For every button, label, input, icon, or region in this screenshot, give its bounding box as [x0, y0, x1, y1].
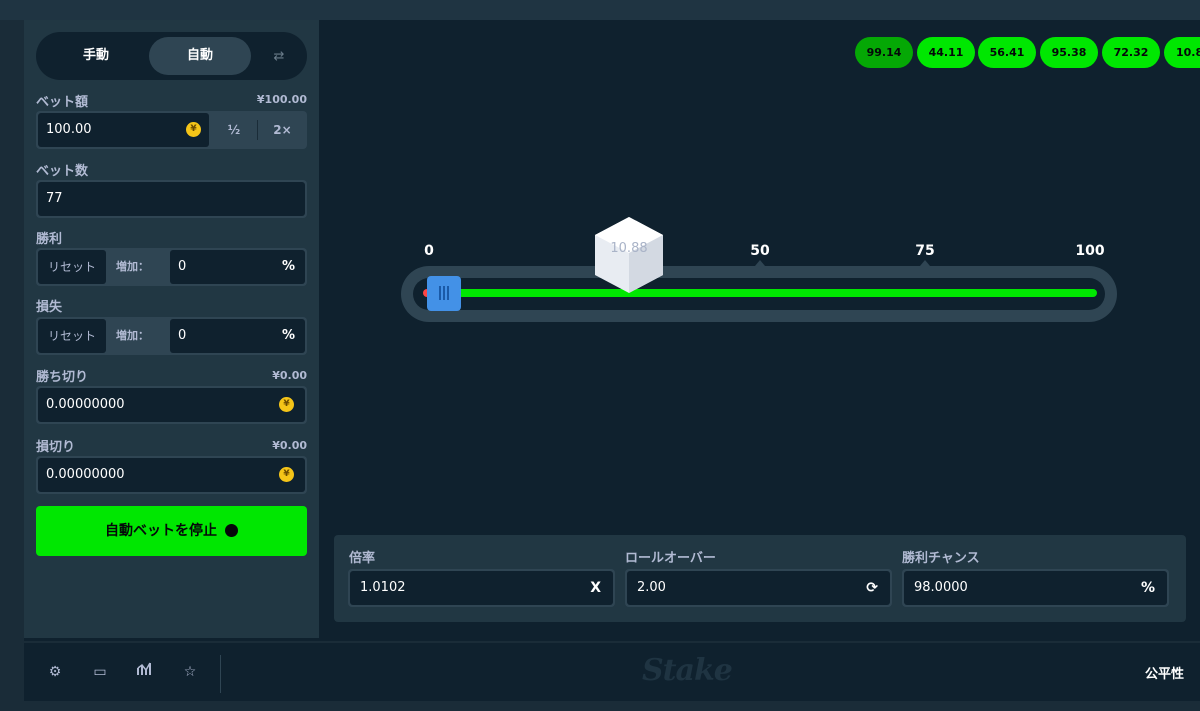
win-range-bar: [435, 289, 1097, 297]
refresh-icon[interactable]: ⟳: [866, 571, 878, 605]
star-icon[interactable]: ☆: [179, 661, 201, 683]
multiplier-x-icon: X: [590, 580, 601, 596]
result-pill[interactable]: 44.11: [917, 37, 975, 68]
tick-label: 50: [750, 243, 770, 259]
tick-label: 0: [424, 243, 434, 259]
on-win-percent-input[interactable]: 0 %: [170, 250, 305, 284]
game-footer: ⚙ ▭ ☆ Stake 公平性: [24, 641, 1200, 701]
on-loss-increase-label: 増加：: [116, 329, 149, 342]
bet-count-field: 77: [36, 180, 307, 218]
bottom-strip: [24, 701, 1200, 711]
stop-icon: [225, 524, 238, 537]
roll-over-value: 2.00: [637, 580, 666, 595]
on-loss-reset-button[interactable]: リセット: [38, 319, 106, 353]
on-win-field: リセット 増加： 0 %: [36, 248, 307, 286]
tab-manual[interactable]: 手動: [44, 37, 148, 75]
win-chance-value: 98.0000: [914, 580, 968, 595]
grip-icon: [439, 286, 449, 300]
bet-amount-label: ベット額: [36, 95, 89, 110]
bet-count-label: ベット数: [36, 164, 89, 179]
multiplier-input[interactable]: 1.0102 X: [350, 571, 613, 605]
tab-auto[interactable]: 自動: [149, 37, 251, 75]
bet-count-input[interactable]: 77: [38, 182, 305, 216]
multiplier-field: 1.0102 X: [348, 569, 615, 607]
tick-label: 75: [915, 243, 935, 259]
roll-over-label: ロールオーバー: [625, 551, 716, 566]
yen-coin-icon: ¥: [279, 467, 294, 482]
result-pill[interactable]: 72.32: [1102, 37, 1160, 68]
multiplier-label: 倍率: [349, 551, 376, 566]
percent-icon: %: [1140, 580, 1155, 596]
result-dice: 10.88: [593, 215, 665, 295]
tick-label: 100: [1075, 243, 1105, 259]
stop-profit-input[interactable]: 0.00000000: [38, 388, 305, 422]
percent-icon: %: [281, 259, 295, 274]
gear-icon[interactable]: ⚙: [44, 661, 66, 683]
dice-game-app: 手動 自動 ⇄ ベット額 ¥100.00 100.00 ¥ ½ 2× ベット数 …: [24, 20, 1200, 711]
swap-icon[interactable]: ⇄: [270, 48, 288, 66]
stop-loss-input[interactable]: 0.00000000: [38, 458, 305, 492]
yen-coin-icon: ¥: [186, 122, 201, 137]
bet-amount-input[interactable]: 100.00: [38, 113, 209, 147]
on-win-label: 勝利: [36, 232, 63, 247]
bet-amount-total: ¥100.00: [256, 93, 307, 106]
double-button[interactable]: 2×: [258, 111, 307, 149]
result-pill[interactable]: 56.41: [978, 37, 1036, 68]
on-win-reset-button[interactable]: リセット: [38, 250, 106, 284]
result-pill[interactable]: 10.8: [1164, 37, 1200, 68]
stop-profit-label: 勝ち切り: [36, 370, 89, 385]
fairness-link[interactable]: 公平性: [1145, 663, 1184, 682]
on-loss-value: 0: [178, 328, 187, 343]
on-win-increase-label: 増加：: [116, 260, 149, 273]
result-pill[interactable]: 99.14: [855, 37, 913, 68]
mode-switch: 手動 自動 ⇄: [36, 32, 307, 80]
roll-over-input[interactable]: 2.00 ⟳: [627, 571, 890, 605]
slider-handle[interactable]: [427, 276, 461, 311]
stop-autobet-button[interactable]: 自動ベットを停止: [36, 506, 307, 556]
dice-result-value: 10.88: [610, 241, 648, 256]
stake-logo: Stake: [642, 653, 733, 688]
multiplier-value: 1.0102: [360, 580, 406, 595]
roll-over-field: 2.00 ⟳: [625, 569, 892, 607]
chart-svg: [137, 662, 151, 675]
result-pill[interactable]: 95.38: [1040, 37, 1098, 68]
win-chance-label: 勝利チャンス: [902, 551, 980, 566]
stop-profit-total: ¥0.00: [272, 369, 307, 382]
left-strip: [0, 20, 24, 711]
theatre-mode-icon[interactable]: ▭: [89, 661, 111, 683]
stop-autobet-label: 自動ベットを停止: [105, 523, 217, 539]
win-chance-field: 98.0000 %: [902, 569, 1169, 607]
on-loss-percent-input[interactable]: 0 %: [170, 319, 305, 353]
percent-icon: %: [281, 328, 295, 343]
game-area: 99.14 44.11 56.41 95.38 72.32 10.8 0 50 …: [319, 20, 1200, 638]
bet-amount-field: 100.00 ¥ ½ 2×: [36, 111, 307, 149]
on-win-value: 0: [178, 259, 187, 274]
roll-slider: [401, 266, 1117, 322]
yen-coin-icon: ¥: [279, 397, 294, 412]
bet-sidebar: 手動 自動 ⇄ ベット額 ¥100.00 100.00 ¥ ½ 2× ベット数 …: [24, 20, 319, 638]
stop-loss-field: 0.00000000 ¥: [36, 456, 307, 494]
slider-track[interactable]: [413, 278, 1105, 310]
win-chance-input[interactable]: 98.0000 %: [904, 571, 1167, 605]
footer-divider: [220, 655, 221, 693]
bet-settings-panel: 倍率 1.0102 X ロールオーバー 2.00 ⟳ 勝利チャンス 98.000…: [334, 535, 1186, 622]
stop-profit-field: 0.00000000 ¥: [36, 386, 307, 424]
half-button[interactable]: ½: [211, 111, 257, 149]
stop-loss-total: ¥0.00: [272, 439, 307, 452]
stats-chart-icon[interactable]: [134, 661, 156, 683]
stop-loss-label: 損切り: [36, 440, 76, 455]
on-loss-label: 損失: [36, 300, 63, 315]
on-loss-field: リセット 増加： 0 %: [36, 317, 307, 355]
top-bar: [0, 0, 1200, 20]
